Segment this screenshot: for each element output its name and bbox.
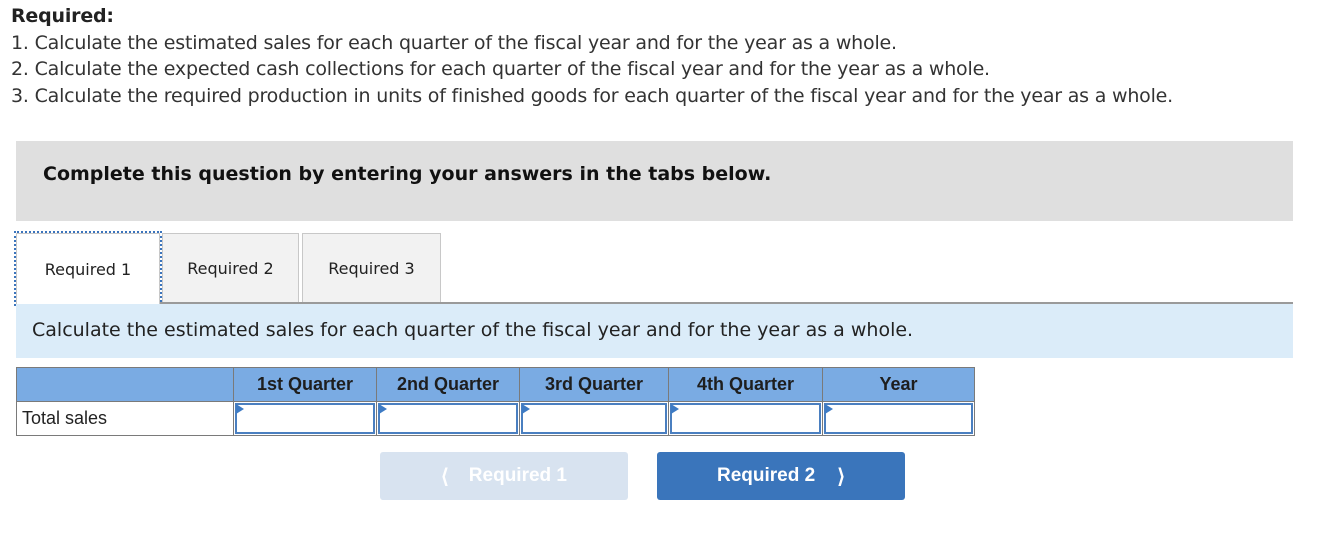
tab-required-1[interactable]: Required 1 [14,231,162,306]
total-sales-q4-input[interactable] [670,403,821,434]
total-sales-year-input[interactable] [824,403,973,434]
total-sales-q2-input[interactable] [378,403,518,434]
cell-q4 [668,401,823,436]
requirement-item: 1. Calculate the estimated sales for eac… [11,31,897,54]
column-header-q1: 1st Quarter [233,367,377,402]
column-header-q3: 3rd Quarter [519,367,669,402]
cell-q1 [233,401,377,436]
tab-label: Required 3 [328,258,415,278]
column-header-q4: 4th Quarter [668,367,823,402]
requirements-title: Required: [11,5,114,27]
column-header-label [16,367,234,402]
column-header-q2: 2nd Quarter [376,367,520,402]
requirements-section: Required: 1. Calculate the estimated sal… [11,3,1173,109]
column-header-year: Year [822,367,975,402]
tab-required-2[interactable]: Required 2 [162,233,299,302]
total-sales-q3-input[interactable] [521,403,667,434]
prev-button-label: Required 1 [468,465,567,486]
chevron-right-icon: ⟩ [837,465,845,488]
table-header-row: 1st Quarter 2nd Quarter 3rd Quarter 4th … [16,367,975,402]
cell-year [822,401,975,436]
tab-required-3[interactable]: Required 3 [302,233,441,302]
table-row: Total sales [16,401,975,436]
requirement-item: 2. Calculate the expected cash collectio… [11,58,990,80]
cell-q2 [376,401,520,436]
cell-q3 [519,401,669,436]
tab-label: Required 1 [44,259,132,279]
tab-prompt-band: Calculate the estimated sales for each q… [16,304,1293,358]
chevron-left-icon: ⟨ [440,465,449,488]
prev-required-button[interactable]: ⟨ Required 1 [380,452,628,500]
total-sales-q1-input[interactable] [235,403,375,434]
sales-table: 1st Quarter 2nd Quarter 3rd Quarter 4th … [16,367,975,436]
instructions-text: Complete this question by entering your … [43,163,772,185]
tab-prompt-text: Calculate the estimated sales for each q… [32,319,914,341]
tab-label: Required 2 [187,258,274,278]
instructions-box: Complete this question by entering your … [16,141,1293,221]
row-label-total-sales: Total sales [16,401,234,436]
requirement-item: 3. Calculate the required production in … [11,84,1173,107]
next-required-button[interactable]: Required 2 ⟩ [657,452,905,500]
next-button-label: Required 2 [716,465,816,486]
